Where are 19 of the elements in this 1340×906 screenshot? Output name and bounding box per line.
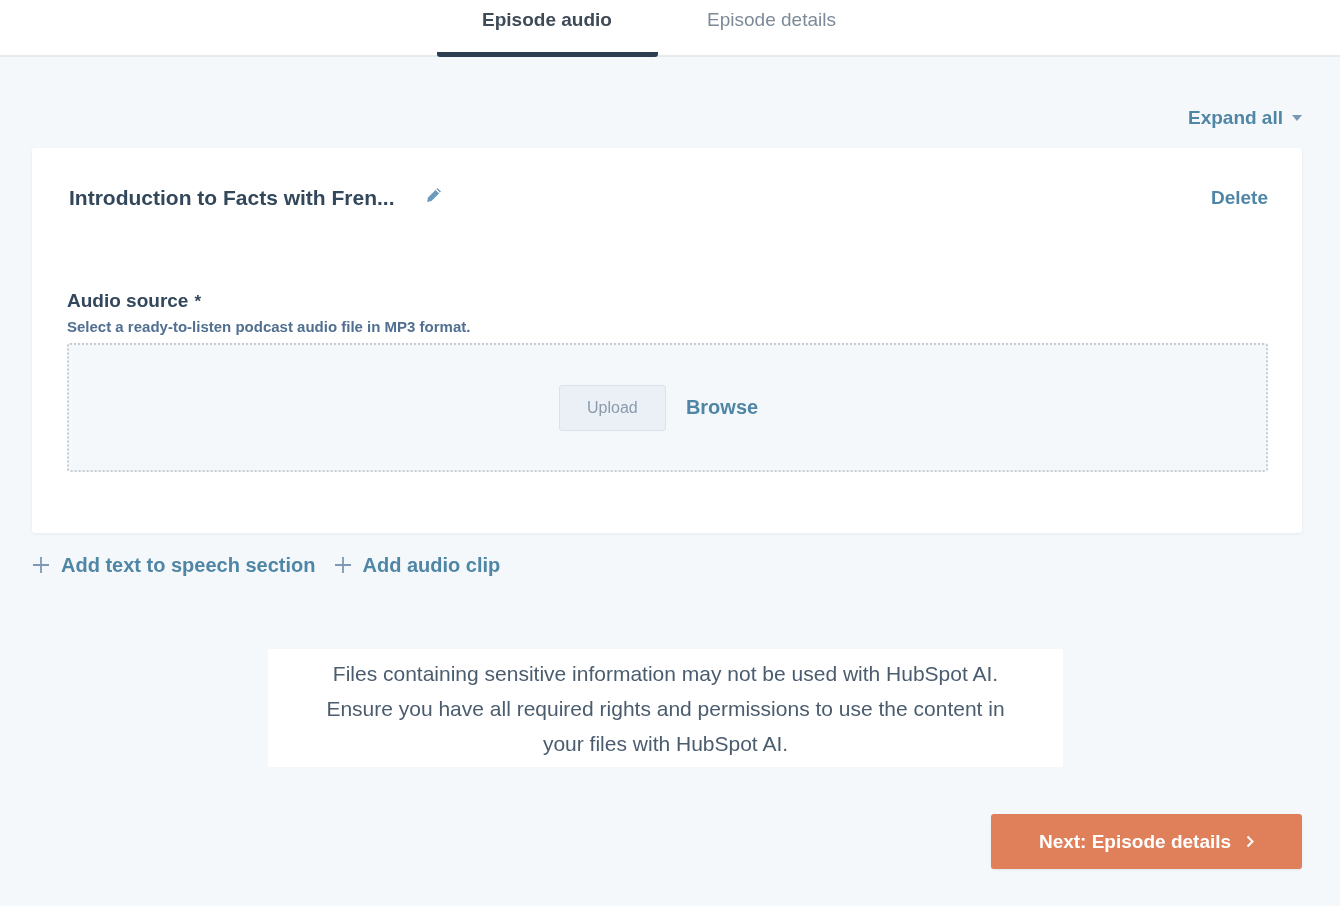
caret-icon <box>1292 114 1302 121</box>
help-text: Select a ready-to-listen podcast audio file in MP3 format. <box>67 318 472 335</box>
field-label: Audio source <box>67 290 189 312</box>
plus-icon <box>334 557 351 573</box>
delete-link[interactable]: Delete <box>1210 187 1268 209</box>
required-mark: * <box>194 292 202 312</box>
section-title: Introduction to Facts with Fren... <box>69 186 395 210</box>
tab[interactable]: Episode audio <box>436 0 658 57</box>
browse-link[interactable]: Browse <box>685 396 759 419</box>
pencil-icon <box>424 186 443 204</box>
next-button[interactable]: Next: Episode details <box>991 814 1302 869</box>
notice-text: Files containing sensitive information may not be used with HubSpot AI. Ensure you have all required rights and permissions to use the content in your files with HubSpot AI. <box>268 649 1063 767</box>
chevron-right-icon <box>1246 835 1255 848</box>
plus-icon <box>33 557 49 573</box>
tab[interactable]: Episode details <box>657 0 886 57</box>
add-link[interactable]: Add text to speech section <box>33 552 316 578</box>
expand-all-button[interactable]: Expand all <box>1187 104 1302 131</box>
edit-button[interactable] <box>424 186 443 204</box>
add-link[interactable]: Add audio clip <box>334 552 501 578</box>
